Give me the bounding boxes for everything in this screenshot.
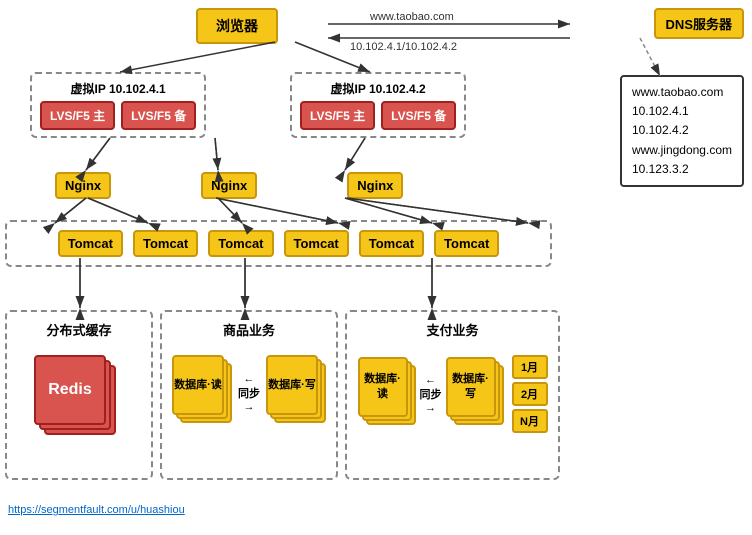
month-n: N月: [512, 409, 548, 433]
tomcat-3: Tomcat: [208, 230, 273, 257]
dns-box: DNS服务器: [654, 8, 744, 39]
info-line-1: www.taobao.com: [632, 83, 732, 102]
pay-db-write: 数据库·写: [446, 357, 496, 417]
nginx-3: Nginx: [347, 172, 403, 199]
nginx-2: Nginx: [201, 172, 257, 199]
goods-db-write: 数据库·写: [266, 355, 318, 415]
nginx-1: Nginx: [55, 172, 111, 199]
cache-section-label: 分布式缓存: [46, 320, 111, 339]
goods-section-label: 商品业务: [223, 320, 275, 339]
browser-box: 浏览器: [196, 8, 278, 44]
lvs-backup-1: LVS/F5 备: [121, 101, 196, 130]
month-1: 1月: [512, 355, 548, 379]
vip2-label: 虚拟IP 10.102.4.2: [331, 80, 426, 97]
footer-link[interactable]: https://segmentfault.com/u/huashiou: [8, 504, 185, 516]
lvs-backup-2: LVS/F5 备: [381, 101, 456, 130]
pay-db-read: 数据库·读: [358, 357, 408, 417]
goods-db-read: 数据库·读: [172, 355, 224, 415]
tomcat-5: Tomcat: [359, 230, 424, 257]
tomcat-4: Tomcat: [284, 230, 349, 257]
domain-text: www.taobao.com: [369, 11, 454, 23]
info-line-5: 10.123.3.2: [632, 160, 732, 179]
info-line-4: www.jingdong.com: [632, 141, 732, 160]
ip-text: 10.102.4.1/10.102.4.2: [350, 41, 457, 53]
vip1-label: 虚拟IP 10.102.4.1: [71, 80, 166, 97]
goods-sync: ← 同步 →: [238, 373, 260, 413]
lvs-primary-2: LVS/F5 主: [300, 101, 375, 130]
payment-section-label: 支付业务: [426, 320, 478, 339]
tomcat-2: Tomcat: [133, 230, 198, 257]
redis-label: Redis: [48, 381, 92, 399]
tomcat-1: Tomcat: [58, 230, 123, 257]
tomcat-6: Tomcat: [434, 230, 499, 257]
lvs-primary-1: LVS/F5 主: [40, 101, 115, 130]
month-2: 2月: [512, 382, 548, 406]
pay-sync: ← 同步 →: [420, 374, 442, 414]
info-line-2: 10.102.4.1: [632, 102, 732, 121]
info-box: www.taobao.com 10.102.4.1 10.102.4.2 www…: [620, 75, 744, 187]
info-line-3: 10.102.4.2: [632, 121, 732, 140]
